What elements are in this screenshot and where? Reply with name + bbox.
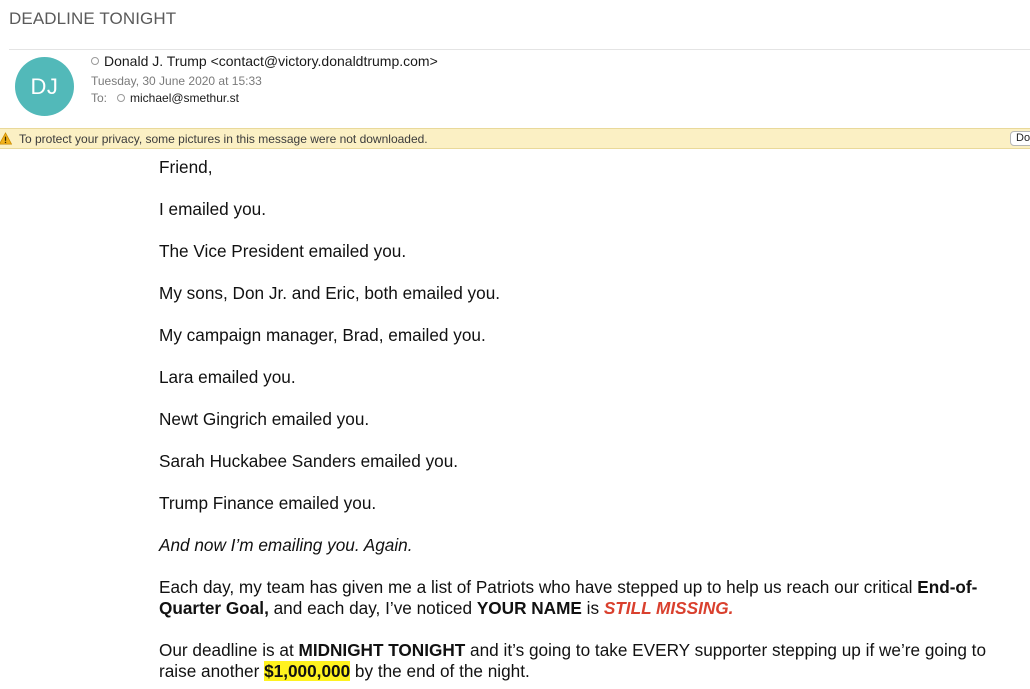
para-text: Each day, my team has given me a list of… [159,577,918,597]
banner-text: To protect your privacy, some pictures i… [19,132,428,146]
para-text: Our deadline is at [159,640,299,660]
amount-highlight: $1,000,000 [264,661,351,681]
header-divider [9,49,1030,50]
sender-name[interactable]: Donald J. Trump <contact@victory.donaldt… [104,53,438,69]
sent-date: Tuesday, 30 June 2020 at 15:33 [91,74,262,88]
para-text: by the end of the night. [350,661,530,681]
status-dot-icon [117,93,126,102]
para-text: and each day, I’ve noticed [268,598,477,618]
still-missing-text: STILL MISSING. [603,598,734,618]
your-name-bold: YOUR NAME [476,598,582,618]
avatar[interactable]: DJ [15,57,74,116]
para-text: is [581,598,604,618]
download-pictures-button[interactable]: Do [1010,131,1030,146]
sender-line[interactable]: Donald J. Trump <contact@victory.donaldt… [91,53,438,69]
privacy-banner: To protect your privacy, some pictures i… [0,128,1030,149]
body-line: Sarah Huckabee Sanders emailed you. [159,451,459,471]
body-line: My sons, Don Jr. and Eric, both emailed … [159,283,501,303]
body-line: I emailed you. [159,199,267,219]
recipient-line: To: michael@smethur.st [91,91,239,105]
body-line: Lara emailed you. [159,367,296,387]
status-dot-icon [91,57,99,66]
body-line: The Vice President emailed you. [159,241,407,261]
warning-icon [0,132,12,145]
body-line: My campaign manager, Brad, emailed you. [159,325,486,345]
italic-line: And now I’m emailing you. Again. [159,535,413,555]
body-line: Trump Finance emailed you. [159,493,377,513]
paragraph-quarter-goal: Each day, my team has given me a list of… [159,577,1019,619]
greeting: Friend, [159,157,213,177]
paragraph-deadline: Our deadline is at MIDNIGHT TONIGHT and … [159,640,1019,682]
midnight-bold: MIDNIGHT TONIGHT [298,640,466,660]
body-line: Newt Gingrich emailed you. [159,409,370,429]
email-subject: DEADLINE TONIGHT [9,9,177,28]
to-label: To: [91,91,108,105]
recipient-address[interactable]: michael@smethur.st [130,91,239,105]
